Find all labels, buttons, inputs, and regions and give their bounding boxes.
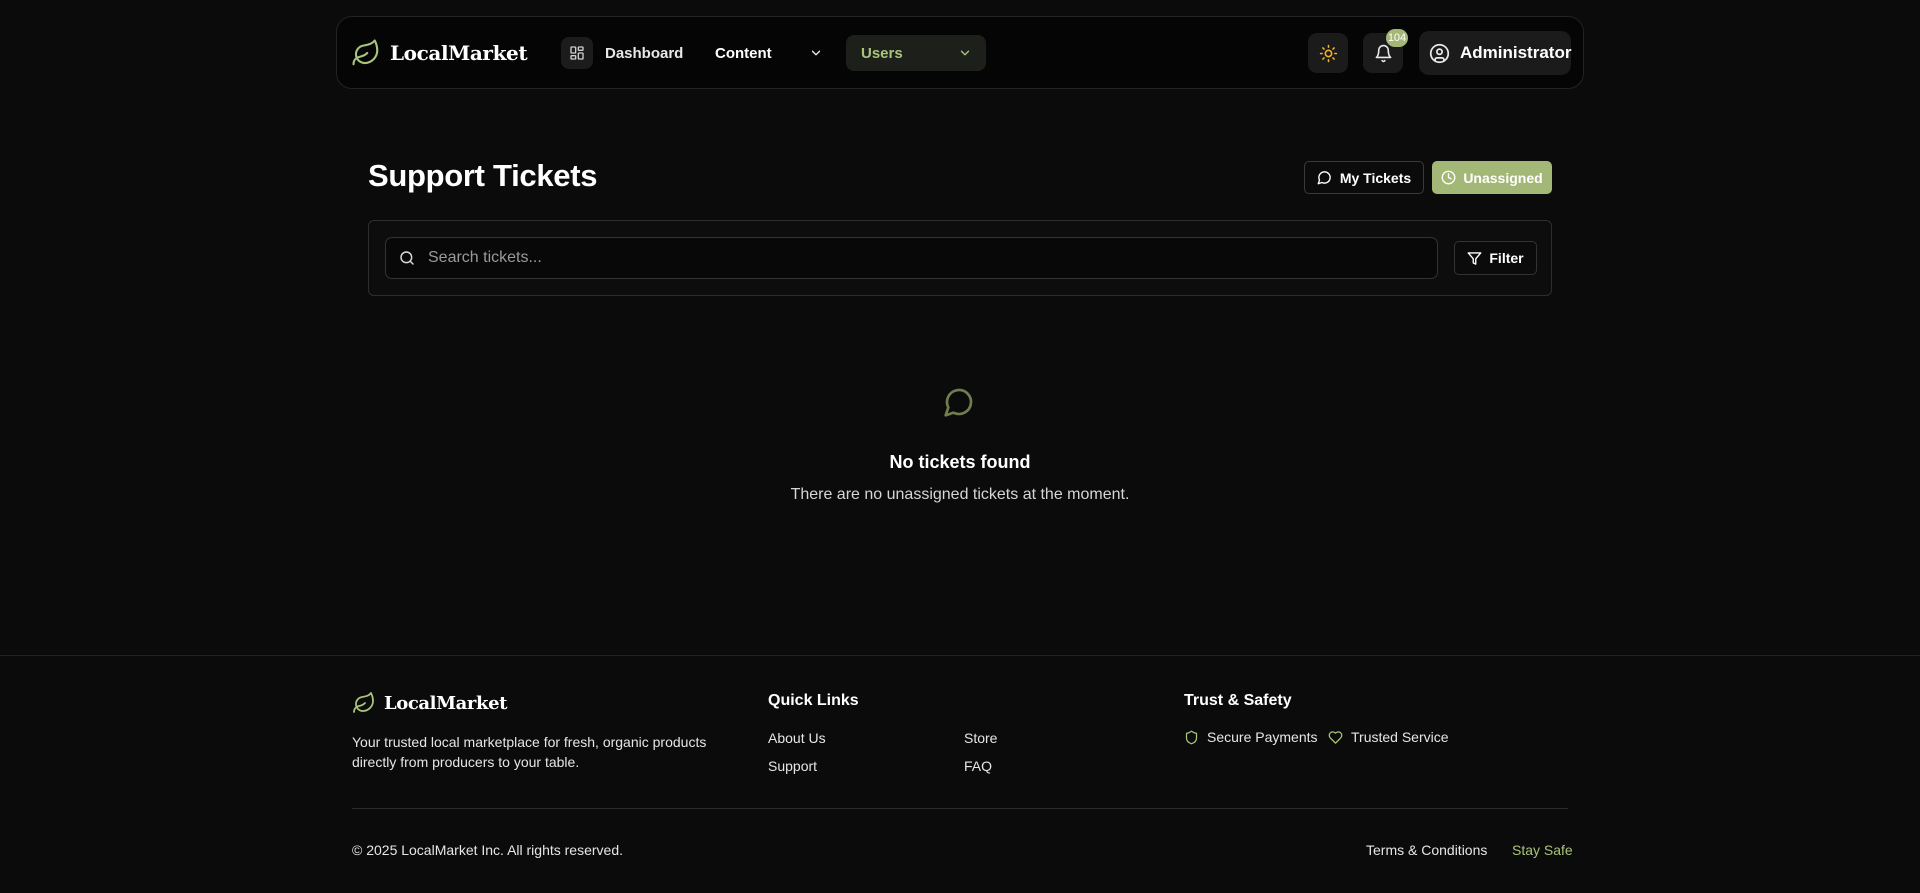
search-panel: Filter [368, 220, 1552, 296]
trust-item-label: Trusted Service [1351, 729, 1449, 745]
message-circle-icon [943, 386, 975, 418]
clock-icon [1441, 170, 1456, 185]
user-name: Administrator [1460, 43, 1572, 62]
heart-icon [1328, 730, 1343, 745]
copyright-text: © 2025 LocalMarket Inc. All rights reser… [352, 842, 623, 858]
footer-divider [352, 808, 1568, 809]
shield-icon [1184, 730, 1199, 745]
user-circle-icon [1429, 43, 1450, 64]
terms-link[interactable]: Terms & Conditions [1366, 842, 1487, 858]
search-input[interactable] [428, 249, 1388, 267]
footer-link-store[interactable]: Store [964, 730, 997, 746]
chevron-down-icon [958, 46, 972, 60]
my-tickets-label: My Tickets [1339, 169, 1412, 186]
brand-logo-link[interactable]: LocalMarket [351, 38, 528, 68]
chevron-down-icon [809, 46, 823, 60]
footer-brand[interactable]: LocalMarket [352, 691, 507, 715]
footer-brand-name: LocalMarket [384, 692, 508, 714]
filter-icon [1467, 251, 1482, 266]
trust-item-secure-payments: Secure Payments [1184, 729, 1318, 745]
footer-link-faq[interactable]: FAQ [964, 758, 992, 774]
top-navbar: LocalMarket Dashboard Content Users 104 … [336, 16, 1584, 89]
leaf-icon [352, 691, 376, 715]
nav-users-label: Users [861, 44, 903, 62]
trust-item-label: Secure Payments [1207, 729, 1318, 745]
filter-button[interactable]: Filter [1454, 241, 1537, 275]
nav-content-dropdown[interactable]: Content [713, 37, 833, 69]
empty-state-title: No tickets found [889, 452, 1031, 472]
filter-label: Filter [1489, 250, 1524, 266]
sun-icon [1319, 44, 1338, 63]
footer-link-about-us[interactable]: About Us [768, 730, 826, 746]
nav-dashboard[interactable]: Dashboard [561, 37, 683, 69]
layout-grid-icon [561, 37, 593, 69]
nav-dashboard-label: Dashboard [605, 44, 684, 62]
empty-state-subtitle: There are no unassigned tickets at the m… [790, 486, 1130, 503]
leaf-icon [351, 38, 381, 68]
trust-safety-heading: Trust & Safety [1184, 692, 1292, 709]
stay-safe-link[interactable]: Stay Safe [1512, 842, 1573, 858]
my-tickets-button[interactable]: My Tickets [1304, 161, 1424, 194]
trust-item-trusted-service: Trusted Service [1328, 729, 1449, 745]
page-title: Support Tickets [368, 158, 598, 193]
quick-links-heading: Quick Links [768, 692, 859, 709]
unassigned-label: Unassigned [1463, 169, 1543, 186]
unassigned-button[interactable]: Unassigned [1432, 161, 1552, 194]
search-field[interactable] [385, 237, 1438, 279]
brand-name: LocalMarket [390, 41, 528, 65]
footer-link-support[interactable]: Support [768, 758, 817, 774]
bell-icon [1374, 44, 1393, 63]
theme-toggle-button[interactable] [1308, 33, 1348, 73]
user-menu-button[interactable]: Administrator [1419, 31, 1571, 75]
notification-count-badge: 104 [1386, 29, 1408, 47]
nav-users-dropdown[interactable]: Users [846, 35, 986, 71]
footer-description: Your trusted local marketplace for fresh… [352, 734, 707, 770]
nav-content-label: Content [715, 44, 772, 62]
footer: LocalMarket Your trusted local marketpla… [0, 655, 1920, 893]
search-icon [399, 250, 415, 266]
message-circle-icon [1317, 170, 1332, 185]
